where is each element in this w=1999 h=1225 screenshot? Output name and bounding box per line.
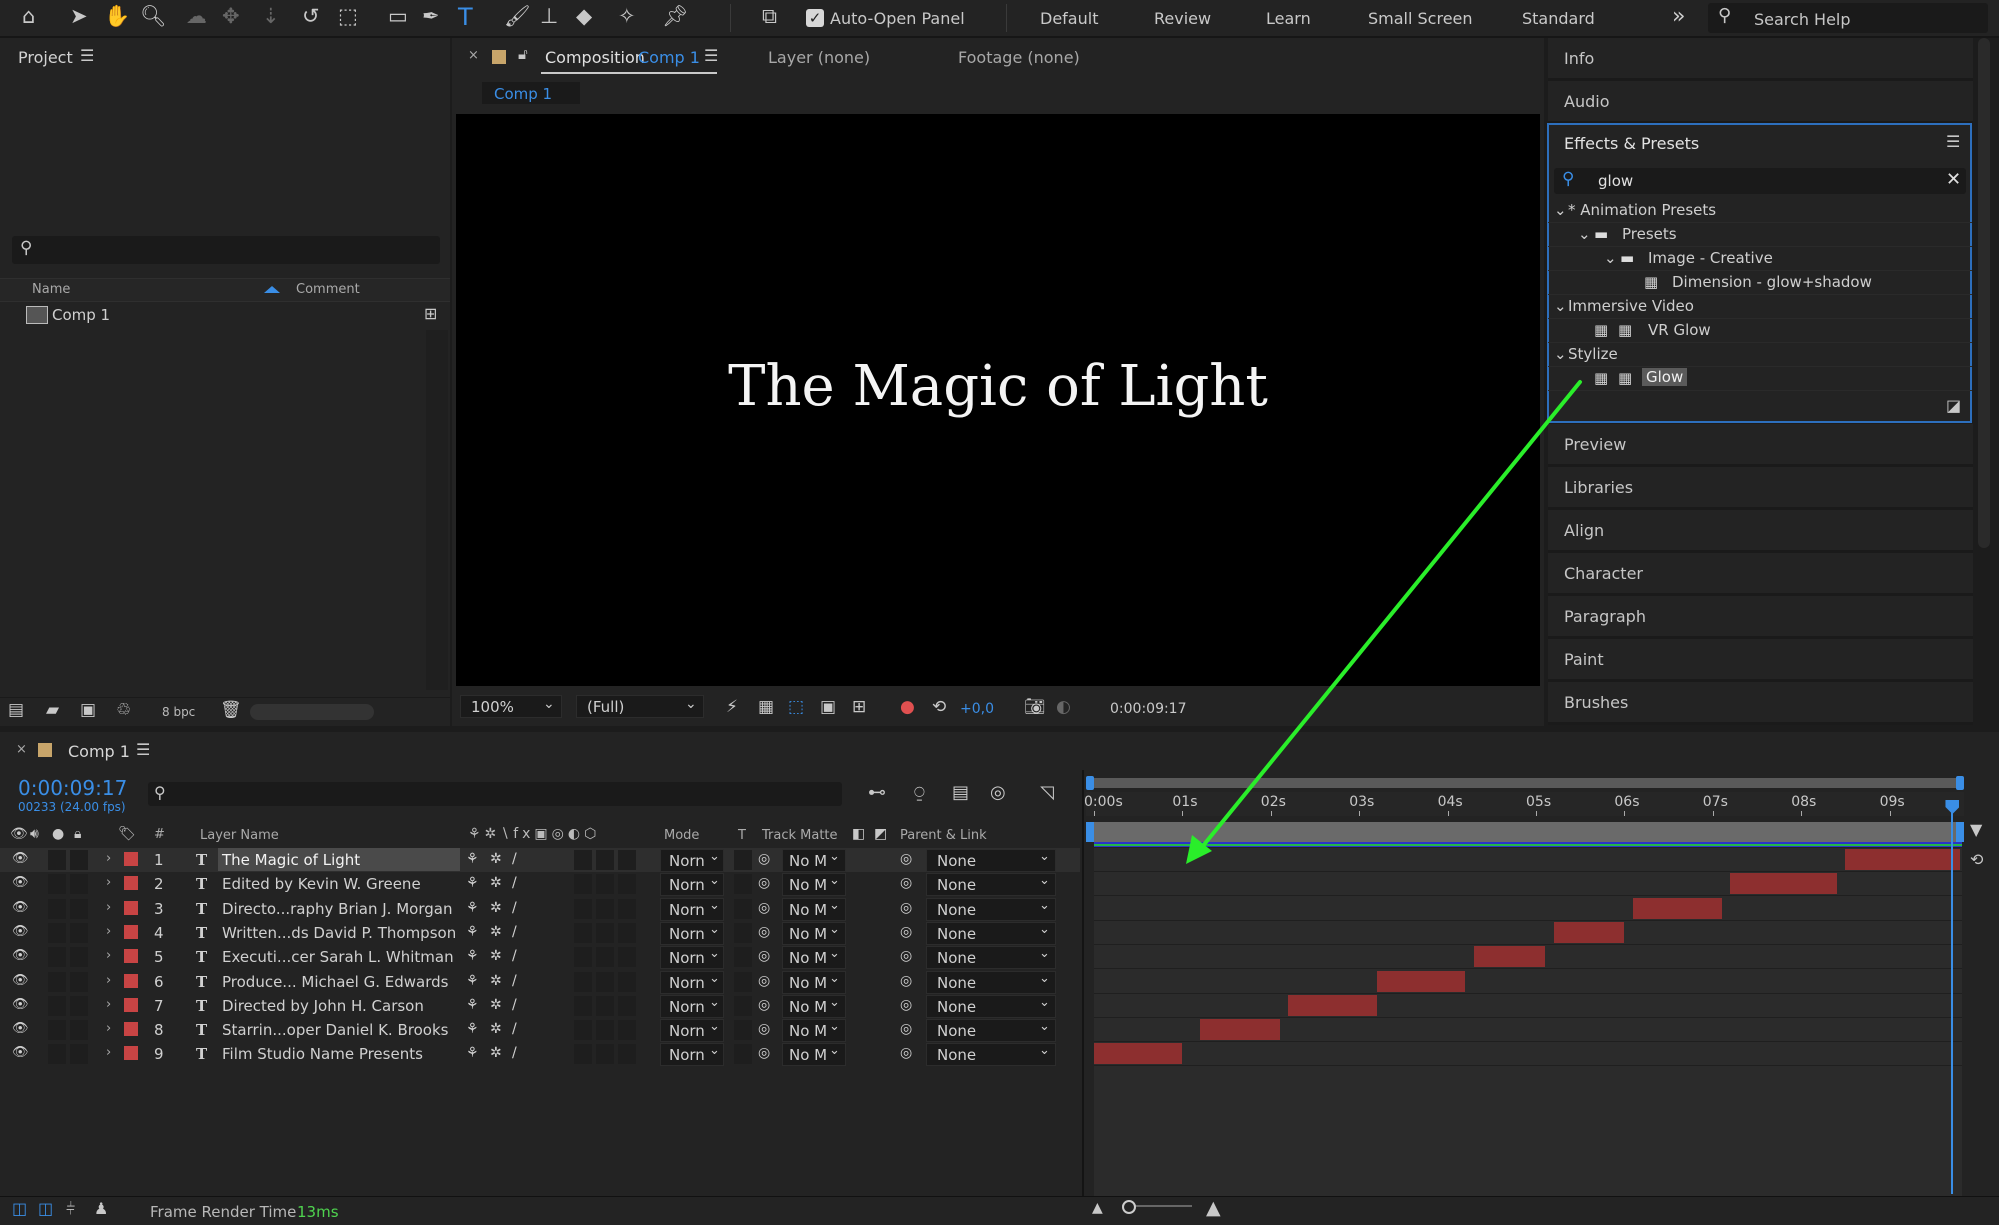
- annotation-arrow: [1186, 380, 1582, 864]
- annotation-arrow-line: [1196, 380, 1582, 854]
